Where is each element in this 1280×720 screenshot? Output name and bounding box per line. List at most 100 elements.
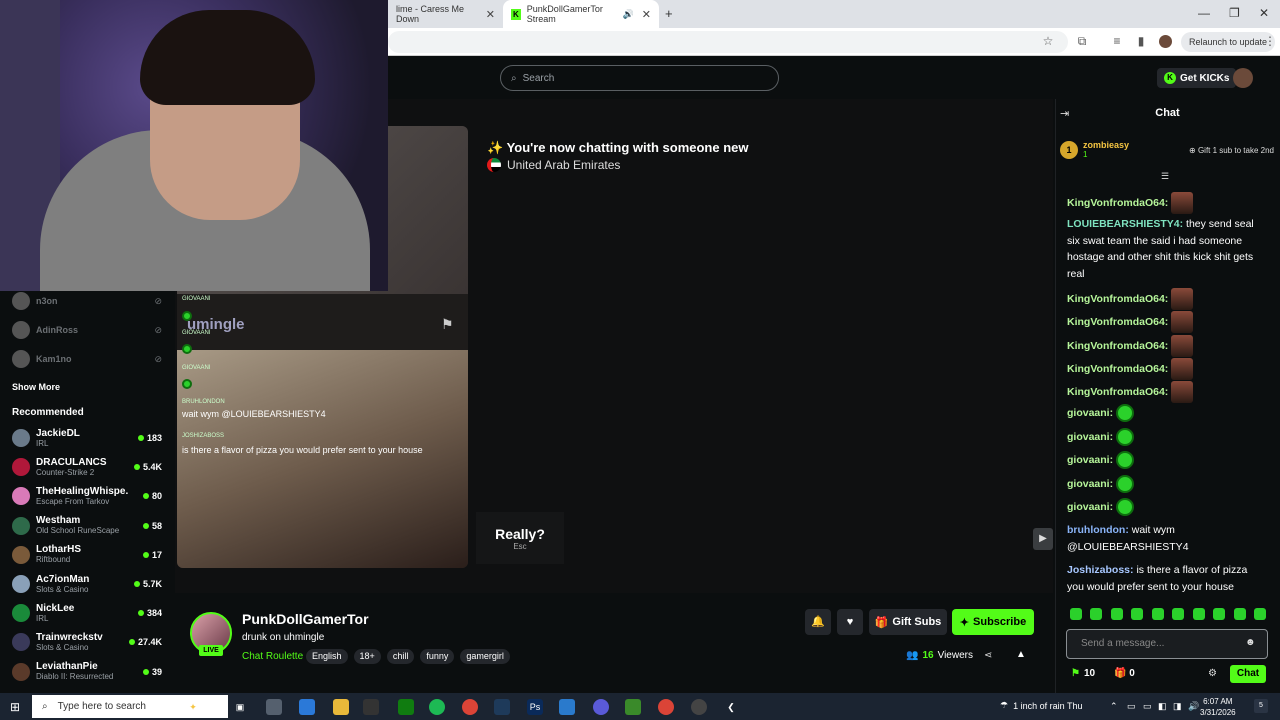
emote-icon[interactable]: [1172, 608, 1185, 620]
volume-icon[interactable]: 🔊: [1188, 701, 1199, 712]
window-close-icon[interactable]: ✕: [1259, 6, 1269, 20]
chat-message-input[interactable]: Send a message...: [1066, 629, 1268, 659]
close-icon[interactable]: ✕: [486, 8, 495, 21]
vscode-icon[interactable]: [559, 699, 575, 715]
stream-category-link[interactable]: Chat Roulette: [242, 651, 303, 662]
system-clock[interactable]: 6:07 AM 3/31/2026: [1200, 696, 1236, 718]
tag[interactable]: 18+: [353, 649, 381, 664]
weather-widget[interactable]: ☂ 1 inch of rain Thu: [1000, 700, 1082, 711]
minimize-icon[interactable]: —: [1198, 6, 1210, 20]
sidebar-item-channel[interactable]: Westham Old School RuneScape 58: [12, 512, 162, 540]
chat-username[interactable]: giovaani:: [1067, 454, 1113, 466]
sidebar-item-channel[interactable]: NickLee IRL 384: [12, 599, 162, 627]
close-icon[interactable]: ✕: [642, 8, 651, 21]
tag[interactable]: chill: [386, 649, 415, 664]
chat-username[interactable]: KingVonfromdaO64:: [1067, 197, 1168, 209]
app-icon[interactable]: [494, 699, 510, 715]
minecraft-icon[interactable]: [625, 699, 641, 715]
chrome-icon[interactable]: [462, 699, 478, 715]
sidebar-item-channel[interactable]: Trainwreckstv Slots & Casino 27.4K: [12, 628, 162, 656]
kicks-balance[interactable]: ⚑ 10: [1071, 668, 1095, 679]
show-more-link[interactable]: Show More: [12, 382, 60, 392]
restore-icon[interactable]: ❐: [1229, 6, 1240, 20]
emote-icon[interactable]: [1253, 608, 1266, 620]
emoji-picker-icon[interactable]: ☻: [1245, 637, 1256, 648]
notification-bell-icon[interactable]: 🔔: [805, 609, 831, 635]
emote-icon[interactable]: [1110, 608, 1123, 620]
search-input[interactable]: ⌕ Search: [500, 65, 779, 91]
chat-username[interactable]: KingVonfromdaO64:: [1067, 293, 1168, 305]
sidebar-item-adinross[interactable]: AdinRoss ⊘: [12, 316, 162, 344]
discord-icon[interactable]: [593, 699, 609, 715]
report-warning-icon[interactable]: ▲: [1016, 649, 1026, 660]
follow-heart-icon[interactable]: ♥: [837, 609, 863, 635]
tag[interactable]: funny: [420, 649, 455, 664]
spotify-icon[interactable]: [429, 699, 445, 715]
browser-tab[interactable]: lime - Caress Me Down ✕: [388, 0, 503, 28]
chat-username[interactable]: KingVonfromdaO64:: [1067, 386, 1168, 398]
chat-username[interactable]: KingVonfromdaO64:: [1067, 316, 1168, 328]
emote-icon[interactable]: [1151, 608, 1164, 620]
folder-icon[interactable]: [333, 699, 349, 715]
sidepanel-icon[interactable]: ▮: [1133, 34, 1149, 48]
notification-icon[interactable]: 5: [1254, 699, 1268, 713]
get-kicks-button[interactable]: K Get KICKs: [1157, 68, 1237, 88]
emote-icon[interactable]: [1192, 608, 1205, 620]
send-chat-button[interactable]: Chat: [1230, 665, 1266, 683]
app-icon[interactable]: ❮: [723, 699, 739, 715]
tag[interactable]: English: [306, 649, 348, 664]
gifts-balance[interactable]: 🎁 0: [1114, 668, 1135, 679]
chat-username[interactable]: KingVonfromdaO64:: [1067, 340, 1168, 352]
extensions-icon[interactable]: ⧉: [1074, 34, 1090, 49]
share-icon[interactable]: ⋖: [984, 650, 992, 661]
pinned-username[interactable]: zombieasy: [1083, 140, 1129, 150]
network-icon[interactable]: ◨: [1173, 701, 1182, 712]
report-flag-icon[interactable]: ⚑: [441, 316, 454, 333]
chrome-active-icon[interactable]: [658, 699, 674, 715]
url-field[interactable]: [388, 31, 1068, 53]
emote-icon[interactable]: [1131, 608, 1144, 620]
photoshop-icon[interactable]: Ps: [527, 699, 543, 715]
emote-icon[interactable]: [1070, 608, 1082, 620]
tag[interactable]: gamergirl: [460, 649, 510, 664]
gift-subs-button[interactable]: 🎁 Gift Subs: [869, 609, 947, 635]
sidebar-item-channel[interactable]: Ac7ionMan Slots & Casino 5.7K: [12, 570, 162, 598]
menu-kebab-icon[interactable]: ⋮: [1262, 34, 1278, 48]
tray-icon[interactable]: ◧: [1158, 701, 1167, 712]
xbox-icon[interactable]: [398, 699, 414, 715]
obs-icon[interactable]: [691, 699, 707, 715]
next-arrow-icon[interactable]: ▶: [1033, 528, 1053, 550]
sidebar-item-channel[interactable]: LotharHS Riftbound 17: [12, 541, 162, 569]
audio-icon[interactable]: 🔊: [623, 9, 634, 20]
windows-start-icon[interactable]: ⊞: [10, 700, 20, 714]
task-view-icon[interactable]: ▣: [232, 699, 248, 715]
sidebar-item-n3on[interactable]: n3on ⊘: [12, 287, 162, 315]
new-tab-icon[interactable]: +: [665, 6, 673, 21]
emote-icon[interactable]: [1090, 608, 1103, 620]
chat-username[interactable]: KingVonfromdaO64:: [1067, 363, 1168, 375]
really-button[interactable]: Really? Esc: [476, 512, 564, 564]
chat-username[interactable]: giovaani:: [1067, 501, 1113, 513]
emote-icon[interactable]: [1233, 608, 1246, 620]
gear-icon[interactable]: ⚙: [1208, 668, 1217, 679]
profile-avatar[interactable]: [1159, 35, 1172, 48]
terminal-icon[interactable]: [363, 699, 379, 715]
chat-username[interactable]: bruhlondon:: [1067, 524, 1129, 536]
chat-username[interactable]: giovaani:: [1067, 478, 1113, 490]
sidebar-item-channel[interactable]: DRACULANCS Counter-Strike 2 5.4K: [12, 453, 162, 481]
sidebar-item-channel[interactable]: LeviathanPie Diablo II: Resurrected 39: [12, 658, 162, 686]
sidebar-item-channel[interactable]: TheHealingWhispe... Escape From Tarkov 80: [12, 482, 162, 510]
chat-username[interactable]: giovaani:: [1067, 431, 1113, 443]
subscribe-button[interactable]: ✦ Subscribe: [952, 609, 1034, 635]
chat-filter-icon[interactable]: ☰: [1161, 171, 1169, 182]
chat-username[interactable]: Joshizaboss:: [1067, 564, 1134, 576]
sidebar-item-channel[interactable]: JackieDL IRL 183: [12, 424, 162, 452]
sidebar-item-kam1no[interactable]: Kam1no ⊘: [12, 345, 162, 373]
chevron-up-icon[interactable]: ⌃: [1110, 701, 1118, 712]
streamer-name[interactable]: PunkDollGamerTor: [242, 611, 369, 627]
emote-icon[interactable]: [1213, 608, 1226, 620]
media-icon[interactable]: ≡: [1109, 34, 1125, 48]
tray-icon[interactable]: ▭: [1127, 701, 1136, 712]
file-manager-icon[interactable]: [266, 699, 282, 715]
relaunch-button[interactable]: Relaunch to update: [1181, 32, 1276, 52]
